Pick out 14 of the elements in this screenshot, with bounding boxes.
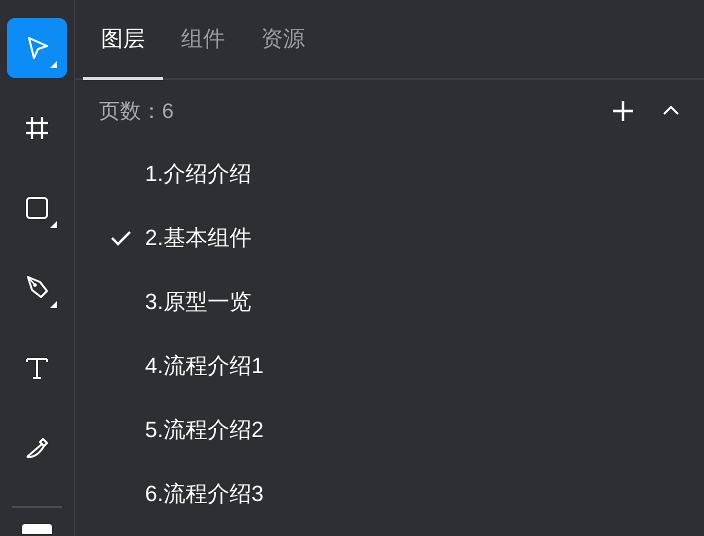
page-item[interactable]: 1.介绍介绍: [107, 159, 252, 189]
tab[interactable]: 图层: [83, 0, 163, 80]
page-item[interactable]: 5.流程介绍2: [107, 415, 264, 445]
tab[interactable]: 组件: [163, 0, 243, 80]
tab[interactable]: 资源: [243, 0, 323, 80]
plus-icon: [610, 98, 636, 124]
page-item[interactable]: 4.流程介绍1: [107, 351, 264, 381]
page-item[interactable]: 2.基本组件: [107, 223, 252, 253]
square-icon: [23, 194, 51, 222]
page-count: 页数：6: [99, 99, 175, 125]
page-item[interactable]: 3.原型一览: [107, 287, 252, 317]
hash-icon: [23, 114, 51, 142]
page-item[interactable]: 6.流程介绍3: [107, 479, 264, 509]
add-button[interactable]: [610, 98, 636, 124]
